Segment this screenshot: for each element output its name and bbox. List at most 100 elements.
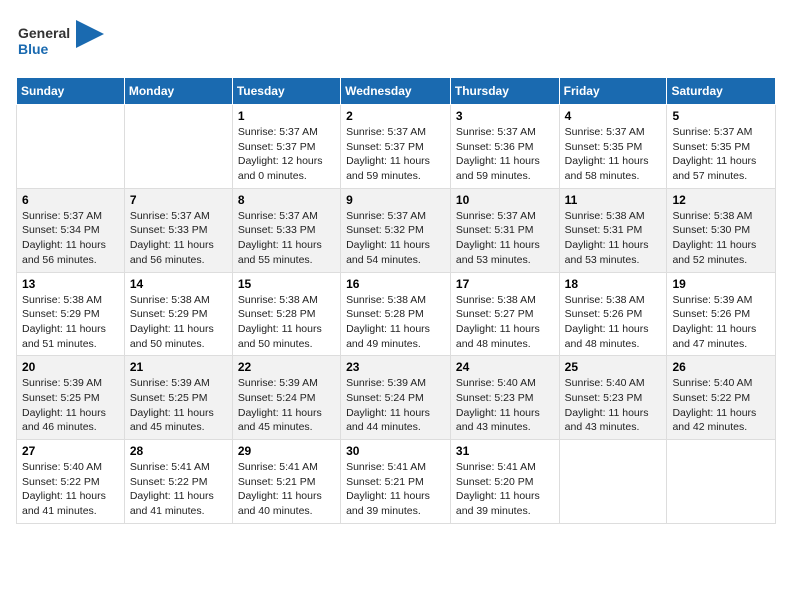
cell-date: 11 — [565, 193, 662, 207]
cell-info: Sunrise: 5:37 AMSunset: 5:31 PMDaylight:… — [456, 209, 554, 268]
day-header-tuesday: Tuesday — [232, 78, 340, 105]
cell-date: 31 — [456, 444, 554, 458]
header: General Blue — [16, 10, 776, 69]
cell-date: 12 — [672, 193, 770, 207]
cell-info: Sunrise: 5:38 AMSunset: 5:29 PMDaylight:… — [22, 293, 119, 352]
calendar-cell: 31Sunrise: 5:41 AMSunset: 5:20 PMDayligh… — [450, 440, 559, 524]
cell-date: 6 — [22, 193, 119, 207]
cell-date: 30 — [346, 444, 445, 458]
cell-info: Sunrise: 5:40 AMSunset: 5:22 PMDaylight:… — [672, 376, 770, 435]
day-header-monday: Monday — [124, 78, 232, 105]
cell-info: Sunrise: 5:37 AMSunset: 5:37 PMDaylight:… — [346, 125, 445, 184]
calendar-cell: 23Sunrise: 5:39 AMSunset: 5:24 PMDayligh… — [341, 356, 451, 440]
svg-text:Blue: Blue — [18, 41, 49, 57]
logo: General Blue — [16, 16, 106, 69]
week-row-4: 20 Sunrise: 5:39 AMSunset: 5:25 PMDayligh… — [17, 356, 776, 440]
week-row-2: 6 Sunrise: 5:37 AMSunset: 5:34 PMDaylight… — [17, 188, 776, 272]
calendar-cell: 24Sunrise: 5:40 AMSunset: 5:23 PMDayligh… — [450, 356, 559, 440]
cell-info: Sunrise: 5:38 AMSunset: 5:28 PMDaylight:… — [346, 293, 445, 352]
calendar-cell: 13 Sunrise: 5:38 AMSunset: 5:29 PMDayligh… — [17, 272, 125, 356]
calendar-cell: 20 Sunrise: 5:39 AMSunset: 5:25 PMDayligh… — [17, 356, 125, 440]
calendar-cell — [667, 440, 776, 524]
calendar-cell: 19 Sunrise: 5:39 AMSunset: 5:26 PMDayligh… — [667, 272, 776, 356]
cell-date: 4 — [565, 109, 662, 123]
cell-date: 24 — [456, 360, 554, 374]
cell-date: 23 — [346, 360, 445, 374]
calendar-cell: 15 Sunrise: 5:38 AMSunset: 5:28 PMDayligh… — [232, 272, 340, 356]
cell-info: Sunrise: 5:38 AMSunset: 5:31 PMDaylight:… — [565, 209, 662, 268]
cell-info: Sunrise: 5:39 AMSunset: 5:25 PMDaylight:… — [22, 376, 119, 435]
calendar-cell: 3 Sunrise: 5:37 AMSunset: 5:36 PMDaylight… — [450, 105, 559, 189]
cell-info: Sunrise: 5:39 AMSunset: 5:24 PMDaylight:… — [238, 376, 335, 435]
cell-info: Sunrise: 5:38 AMSunset: 5:30 PMDaylight:… — [672, 209, 770, 268]
calendar-cell: 2Sunrise: 5:37 AMSunset: 5:37 PMDaylight… — [341, 105, 451, 189]
cell-info: Sunrise: 5:41 AMSunset: 5:21 PMDaylight:… — [346, 460, 445, 519]
calendar-cell: 21 Sunrise: 5:39 AMSunset: 5:25 PMDayligh… — [124, 356, 232, 440]
cell-date: 8 — [238, 193, 335, 207]
calendar-cell: 5 Sunrise: 5:37 AMSunset: 5:35 PMDaylight… — [667, 105, 776, 189]
cell-date: 28 — [130, 444, 227, 458]
cell-info: Sunrise: 5:39 AMSunset: 5:25 PMDaylight:… — [130, 376, 227, 435]
day-header-wednesday: Wednesday — [341, 78, 451, 105]
cell-info: Sunrise: 5:41 AMSunset: 5:21 PMDaylight:… — [238, 460, 335, 519]
cell-date: 22 — [238, 360, 335, 374]
calendar-cell: 8 Sunrise: 5:37 AMSunset: 5:33 PMDaylight… — [232, 188, 340, 272]
cell-info: Sunrise: 5:37 AMSunset: 5:35 PMDaylight:… — [672, 125, 770, 184]
cell-date: 27 — [22, 444, 119, 458]
cell-info: Sunrise: 5:37 AMSunset: 5:33 PMDaylight:… — [130, 209, 227, 268]
cell-date: 29 — [238, 444, 335, 458]
cell-date: 25 — [565, 360, 662, 374]
calendar-cell: 1Sunrise: 5:37 AMSunset: 5:37 PMDaylight… — [232, 105, 340, 189]
cell-date: 19 — [672, 277, 770, 291]
calendar-cell: 29 Sunrise: 5:41 AMSunset: 5:21 PMDayligh… — [232, 440, 340, 524]
cell-date: 9 — [346, 193, 445, 207]
cell-info: Sunrise: 5:41 AMSunset: 5:22 PMDaylight:… — [130, 460, 227, 519]
calendar-cell: 27 Sunrise: 5:40 AMSunset: 5:22 PMDayligh… — [17, 440, 125, 524]
cell-info: Sunrise: 5:37 AMSunset: 5:33 PMDaylight:… — [238, 209, 335, 268]
calendar-cell: 14Sunrise: 5:38 AMSunset: 5:29 PMDayligh… — [124, 272, 232, 356]
week-row-5: 27 Sunrise: 5:40 AMSunset: 5:22 PMDayligh… — [17, 440, 776, 524]
cell-date: 18 — [565, 277, 662, 291]
cell-date: 3 — [456, 109, 554, 123]
cell-info: Sunrise: 5:37 AMSunset: 5:37 PMDaylight:… — [238, 125, 335, 184]
cell-info: Sunrise: 5:40 AMSunset: 5:23 PMDaylight:… — [565, 376, 662, 435]
cell-date: 17 — [456, 277, 554, 291]
cell-date: 16 — [346, 277, 445, 291]
cell-info: Sunrise: 5:38 AMSunset: 5:27 PMDaylight:… — [456, 293, 554, 352]
calendar-cell — [17, 105, 125, 189]
day-header-sunday: Sunday — [17, 78, 125, 105]
calendar-cell: 22 Sunrise: 5:39 AMSunset: 5:24 PMDayligh… — [232, 356, 340, 440]
cell-info: Sunrise: 5:37 AMSunset: 5:35 PMDaylight:… — [565, 125, 662, 184]
week-row-3: 13 Sunrise: 5:38 AMSunset: 5:29 PMDayligh… — [17, 272, 776, 356]
calendar-cell: 30 Sunrise: 5:41 AMSunset: 5:21 PMDayligh… — [341, 440, 451, 524]
cell-info: Sunrise: 5:37 AMSunset: 5:36 PMDaylight:… — [456, 125, 554, 184]
cell-info: Sunrise: 5:37 AMSunset: 5:34 PMDaylight:… — [22, 209, 119, 268]
calendar-cell: 7 Sunrise: 5:37 AMSunset: 5:33 PMDaylight… — [124, 188, 232, 272]
calendar-cell: 10 Sunrise: 5:37 AMSunset: 5:31 PMDayligh… — [450, 188, 559, 272]
cell-date: 26 — [672, 360, 770, 374]
calendar-cell: 6 Sunrise: 5:37 AMSunset: 5:34 PMDaylight… — [17, 188, 125, 272]
cell-info: Sunrise: 5:40 AMSunset: 5:22 PMDaylight:… — [22, 460, 119, 519]
calendar-cell: 26 Sunrise: 5:40 AMSunset: 5:22 PMDayligh… — [667, 356, 776, 440]
calendar-cell: 17 Sunrise: 5:38 AMSunset: 5:27 PMDayligh… — [450, 272, 559, 356]
calendar-cell: 9 Sunrise: 5:37 AMSunset: 5:32 PMDaylight… — [341, 188, 451, 272]
calendar-cell: 25 Sunrise: 5:40 AMSunset: 5:23 PMDayligh… — [559, 356, 667, 440]
cell-date: 15 — [238, 277, 335, 291]
calendar-cell: 12 Sunrise: 5:38 AMSunset: 5:30 PMDayligh… — [667, 188, 776, 272]
cell-date: 21 — [130, 360, 227, 374]
calendar-cell — [559, 440, 667, 524]
cell-date: 7 — [130, 193, 227, 207]
header-row: SundayMondayTuesdayWednesdayThursdayFrid… — [17, 78, 776, 105]
cell-date: 10 — [456, 193, 554, 207]
cell-date: 5 — [672, 109, 770, 123]
cell-date: 13 — [22, 277, 119, 291]
calendar-cell — [124, 105, 232, 189]
calendar-cell: 11 Sunrise: 5:38 AMSunset: 5:31 PMDayligh… — [559, 188, 667, 272]
cell-info: Sunrise: 5:38 AMSunset: 5:29 PMDaylight:… — [130, 293, 227, 352]
cell-date: 20 — [22, 360, 119, 374]
cell-info: Sunrise: 5:37 AMSunset: 5:32 PMDaylight:… — [346, 209, 445, 268]
calendar-cell: 18 Sunrise: 5:38 AMSunset: 5:26 PMDayligh… — [559, 272, 667, 356]
cell-info: Sunrise: 5:38 AMSunset: 5:26 PMDaylight:… — [565, 293, 662, 352]
cell-info: Sunrise: 5:38 AMSunset: 5:28 PMDaylight:… — [238, 293, 335, 352]
cell-info: Sunrise: 5:39 AMSunset: 5:26 PMDaylight:… — [672, 293, 770, 352]
